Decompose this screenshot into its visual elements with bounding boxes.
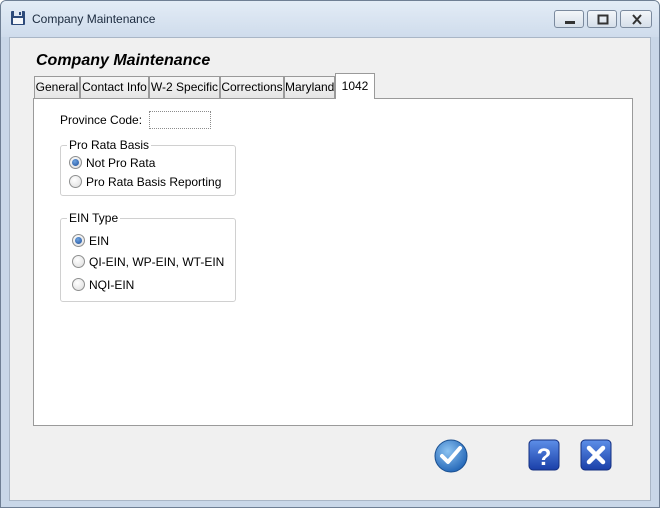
svg-text:?: ? xyxy=(537,444,552,471)
question-mark-icon: ? xyxy=(528,439,560,471)
client-area: Company Maintenance General Contact Info… xyxy=(9,37,651,501)
radio-button[interactable] xyxy=(69,175,82,188)
radio-pro-rata-basis-reporting[interactable]: Pro Rata Basis Reporting xyxy=(69,174,229,190)
tab-contact-info[interactable]: Contact Info xyxy=(80,76,149,99)
close-icon xyxy=(632,14,642,25)
pro-rata-basis-legend: Pro Rata Basis xyxy=(67,138,152,152)
radio-nqi-ein[interactable]: NQI-EIN xyxy=(72,277,232,293)
x-close-icon xyxy=(580,439,612,471)
tab-general[interactable]: General xyxy=(34,76,80,99)
maximize-icon xyxy=(597,14,609,25)
radio-button-checked[interactable] xyxy=(72,234,85,247)
cancel-button[interactable] xyxy=(579,438,615,474)
province-code-input[interactable] xyxy=(149,111,211,129)
ein-type-legend: EIN Type xyxy=(67,211,121,225)
tab-w2-specific[interactable]: W-2 Specific xyxy=(149,76,220,99)
ok-button[interactable] xyxy=(433,438,469,474)
radio-button[interactable] xyxy=(72,255,85,268)
radio-qi-ein[interactable]: QI-EIN, WP-EIN, WT-EIN xyxy=(72,254,232,270)
form-heading: Company Maintenance xyxy=(36,52,211,69)
province-code-label: Province Code: xyxy=(60,113,143,127)
window-title: Company Maintenance xyxy=(32,12,156,26)
maximize-button[interactable] xyxy=(587,10,617,28)
title-bar[interactable]: Company Maintenance xyxy=(1,1,659,37)
tab-strip: General Contact Info W-2 Specific Correc… xyxy=(34,73,634,99)
radio-label: Not Pro Rata xyxy=(86,156,156,170)
pro-rata-basis-group: Pro Rata Basis Not Pro Rata Pro Rata Bas… xyxy=(60,138,236,196)
radio-label: NQI-EIN xyxy=(89,278,135,292)
close-window-button[interactable] xyxy=(620,10,652,28)
radio-label: EIN xyxy=(89,234,110,248)
ein-type-group: EIN Type EIN QI-EIN, WP-EIN, WT-EIN NQI-… xyxy=(60,211,236,302)
floppy-disk-icon xyxy=(10,10,26,26)
tab-panel-1042: Province Code: Pro Rata Basis Not Pro Ra… xyxy=(33,98,633,426)
radio-ein[interactable]: EIN xyxy=(72,233,232,249)
app-window: Company Maintenance Company Maintenance … xyxy=(0,0,660,508)
checkmark-icon xyxy=(434,439,468,473)
tab-maryland[interactable]: Maryland xyxy=(284,76,335,99)
help-button[interactable]: ? xyxy=(527,438,563,474)
minimize-button[interactable] xyxy=(554,10,584,28)
radio-label: Pro Rata Basis Reporting xyxy=(86,175,222,189)
radio-label: QI-EIN, WP-EIN, WT-EIN xyxy=(89,255,225,269)
tab-1042[interactable]: 1042 xyxy=(335,73,375,99)
tab-corrections[interactable]: Corrections xyxy=(220,76,284,99)
minimize-icon xyxy=(565,21,575,24)
radio-not-pro-rata[interactable]: Not Pro Rata xyxy=(69,155,229,171)
radio-button-checked[interactable] xyxy=(69,156,82,169)
radio-button[interactable] xyxy=(72,278,85,291)
